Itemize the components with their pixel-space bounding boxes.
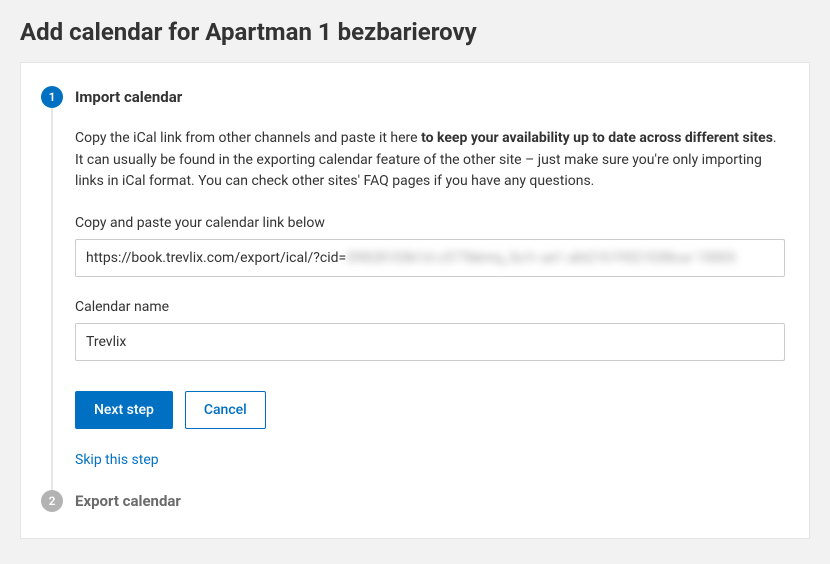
step-import: 1 Import calendar Copy the iCal link fro…: [45, 88, 785, 468]
step-export: 2 Export calendar: [45, 492, 785, 510]
cancel-button[interactable]: Cancel: [185, 391, 266, 429]
url-visible-part: https://book.trevlix.com/export/ical/?ci…: [86, 250, 346, 266]
url-obscured-part: 39828103b1d c377bkmq_3u1r ue1 ubt210 FI0…: [346, 250, 735, 266]
step-number-badge: 2: [41, 490, 63, 512]
calendar-name-label: Calendar name: [75, 299, 785, 315]
calendar-name-input[interactable]: [75, 323, 785, 361]
page-title: Add calendar for Apartman 1 bezbarierovy: [20, 18, 810, 46]
skip-step-link[interactable]: Skip this step: [75, 452, 159, 468]
desc-text-pre: Copy the iCal link from other channels a…: [75, 130, 421, 146]
step-import-body: Copy the iCal link from other channels a…: [75, 106, 785, 468]
desc-text-strong: to keep your availability up to date acr…: [421, 130, 773, 146]
wizard-card: 1 Import calendar Copy the iCal link fro…: [20, 62, 810, 539]
calendar-link-label: Copy and paste your calendar link below: [75, 215, 785, 231]
import-description: Copy the iCal link from other channels a…: [75, 128, 785, 193]
next-step-button[interactable]: Next step: [75, 391, 173, 429]
step-number-badge: 1: [41, 86, 63, 108]
step-connector-line: [51, 108, 53, 502]
button-row: Next step Cancel: [75, 391, 785, 429]
step-title-import: Import calendar: [75, 88, 785, 106]
step-title-export: Export calendar: [75, 492, 785, 510]
calendar-link-input[interactable]: https://book.trevlix.com/export/ical/?ci…: [75, 239, 785, 277]
